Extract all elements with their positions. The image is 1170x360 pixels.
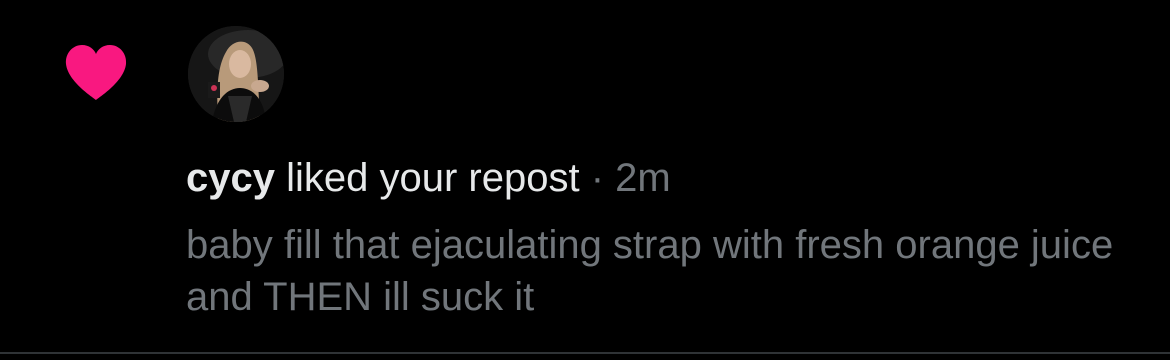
separator: · (590, 156, 605, 200)
post-preview-text[interactable]: baby fill that ejaculating strap with fr… (186, 219, 1146, 323)
divider (0, 352, 1170, 354)
timestamp: 2m (615, 156, 671, 200)
notification-headline: cycy liked your repost · 2m (186, 152, 671, 204)
avatar[interactable] (188, 26, 284, 122)
action-text: liked your repost (286, 156, 580, 200)
heart-icon (64, 44, 128, 102)
actor-name[interactable]: cycy (186, 156, 275, 200)
notification-item[interactable]: cycy liked your repost · 2m baby fill th… (0, 0, 1170, 352)
